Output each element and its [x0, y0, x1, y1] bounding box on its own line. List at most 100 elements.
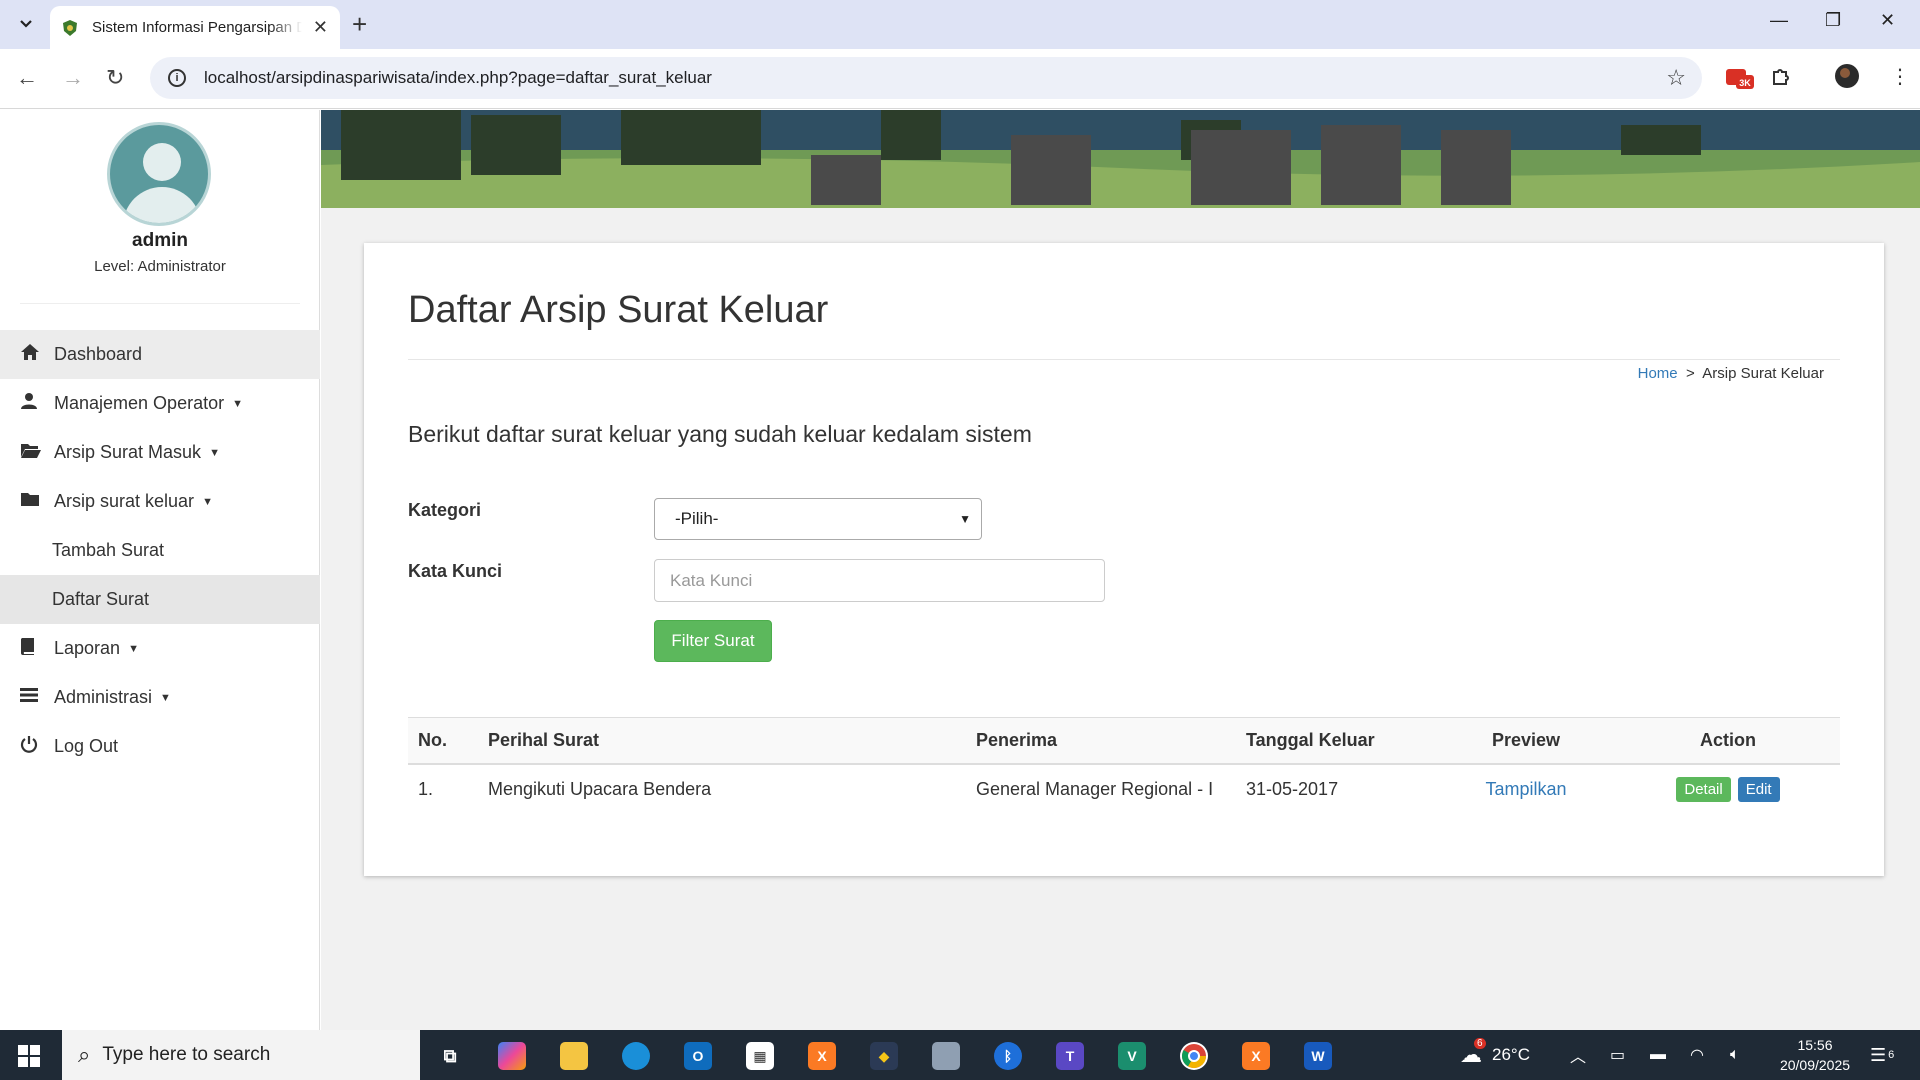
minimize-button[interactable]: — [1770, 10, 1788, 31]
restore-button[interactable]: ❐ [1825, 10, 1841, 31]
sidebar-item-dashboard[interactable]: Dashboard [0, 330, 320, 379]
site-info-icon[interactable]: i [168, 69, 186, 87]
page-description: Berikut daftar surat keluar yang sudah k… [408, 421, 1032, 447]
edit-button[interactable]: Edit [1737, 777, 1780, 802]
svg-text:3K: 3K [1739, 78, 1751, 88]
title-divider [408, 359, 1840, 360]
sidebar-item-label: Dashboard [54, 344, 143, 364]
sidebar-item-surat-masuk[interactable]: Arsip Surat Masuk ▼ [0, 428, 320, 477]
sidebar-item-label: Manajemen Operator [54, 393, 225, 413]
kategori-selected-value: -Pilih- [675, 509, 719, 528]
system-clock[interactable]: 15:56 20/09/2025 [1770, 1035, 1860, 1075]
menu-kebab-icon[interactable]: ⋮ [1890, 64, 1910, 89]
tab-search-button[interactable] [12, 10, 40, 38]
caret-down-icon: ▼ [160, 691, 171, 704]
cell-penerima: General Manager Regional - I [976, 779, 1214, 799]
kategori-select[interactable]: -Pilih- ▼ [654, 498, 982, 540]
col-header-penerima: Penerima [966, 717, 1236, 765]
sidebar: admin Level: Administrator Dashboard Man… [0, 110, 320, 1030]
volume-icon[interactable]: 🔈︎ [1730, 1030, 1740, 1080]
notification-center-icon[interactable]: ☰ 6 [1870, 1030, 1894, 1080]
breadcrumb-current: Arsip Surat Keluar [1702, 365, 1824, 382]
breadcrumb-separator: > [1685, 365, 1695, 382]
detail-button[interactable]: Detail [1676, 777, 1731, 802]
sidebar-item-label: Arsip Surat Masuk [54, 442, 202, 462]
show-hidden-icons[interactable]: ︿ [1570, 1030, 1586, 1080]
outlook-icon[interactable]: O [684, 1042, 712, 1070]
vscode-like-icon[interactable]: V [1118, 1042, 1146, 1070]
user-icon [20, 392, 54, 415]
windows-taskbar: ⌕ Type here to search ⧉ O ▦ X ◆ ᛒ T V X … [0, 1030, 1920, 1080]
word-icon[interactable]: W [1304, 1042, 1332, 1070]
address-bar[interactable]: i localhost/arsipdinaspariwisata/index.p… [150, 57, 1702, 99]
reload-button[interactable]: ↻ [106, 65, 124, 91]
git-tool-icon[interactable]: ◆ [870, 1042, 898, 1070]
sidebar-item-administrasi[interactable]: Administrasi ▼ [0, 673, 320, 722]
tab-close-icon[interactable]: ✕ [313, 17, 328, 38]
extensions-puzzle-icon[interactable] [1770, 64, 1794, 93]
sidebar-menu: Dashboard Manajemen Operator ▼ Arsip Sur… [0, 330, 320, 771]
sidebar-item-laporan[interactable]: Laporan ▼ [0, 624, 320, 673]
sidebar-item-surat-keluar[interactable]: Arsip surat keluar ▼ [0, 477, 320, 526]
cell-no: 1. [418, 779, 434, 799]
close-window-button[interactable]: ✕ [1880, 10, 1895, 31]
sidebar-item-daftar-surat[interactable]: Daftar Surat [0, 575, 320, 624]
forward-button[interactable]: → [62, 65, 84, 91]
caret-down-icon: ▼ [209, 446, 220, 459]
back-button[interactable]: ← [16, 65, 38, 91]
store-icon[interactable]: ▦ [746, 1042, 774, 1070]
sidebar-item-operator[interactable]: Manajemen Operator ▼ [0, 379, 320, 428]
sidebar-divider [20, 303, 300, 304]
weather-icon: ☁ 6 [1460, 1038, 1486, 1068]
table-header-row: No. Perihal Surat Penerima Tanggal Kelua… [408, 717, 1840, 765]
profile-avatar[interactable] [1834, 63, 1860, 94]
url-text: localhost/arsipdinaspariwisata/index.php… [204, 68, 712, 87]
copilot-icon[interactable] [498, 1042, 526, 1070]
edge-browser-icon[interactable] [622, 1042, 650, 1070]
windows-start-icon[interactable] [18, 1045, 40, 1067]
cell-action: Detail Edit [1616, 764, 1840, 814]
user-name: admin [132, 230, 188, 251]
page-title: Daftar Arsip Surat Keluar [408, 289, 829, 331]
cell-preview: Tampilkan [1436, 764, 1616, 814]
tab-title: Sistem Informasi Pengarsipan Dinas Pariw… [92, 19, 302, 36]
bookmark-star-icon[interactable]: ☆ [1666, 65, 1686, 91]
table-row: 1. Mengikuti Upacara Bendera General Man… [408, 764, 1840, 814]
weather-widget[interactable]: ☁ 6 26°C [1460, 1030, 1530, 1080]
extension-icon[interactable]: 3K [1724, 63, 1754, 96]
new-tab-button[interactable]: + [352, 10, 367, 38]
kata-kunci-input[interactable]: Kata Kunci [654, 559, 1105, 602]
sidebar-item-logout[interactable]: Log Out [0, 722, 320, 771]
sidebar-item-tambah-surat[interactable]: Tambah Surat [0, 526, 320, 575]
taskbar-search-box[interactable]: ⌕ Type here to search [62, 1030, 420, 1080]
task-view-icon[interactable]: ⧉ [436, 1042, 464, 1070]
kata-kunci-placeholder: Kata Kunci [670, 570, 753, 590]
browser-tab-active[interactable]: Sistem Informasi Pengarsipan Dinas Pariw… [50, 6, 340, 49]
browser-toolbar: ← → ↻ i localhost/arsipdinaspariwisata/i… [0, 49, 1920, 109]
col-header-preview: Preview [1436, 717, 1616, 765]
file-explorer-icon[interactable] [560, 1042, 588, 1070]
user-avatar [107, 122, 211, 226]
caret-down-icon: ▼ [128, 642, 139, 655]
tool-icon[interactable]: T [1056, 1042, 1084, 1070]
wifi-icon[interactable]: ◠ [1690, 1030, 1704, 1080]
battery-icon[interactable]: ▬ [1650, 1030, 1666, 1080]
sidebar-item-label: Daftar Surat [52, 589, 150, 609]
chevron-down-icon: ▼ [959, 512, 971, 526]
tampilkan-link[interactable]: Tampilkan [1485, 779, 1566, 799]
breadcrumb-home-link[interactable]: Home [1638, 365, 1678, 382]
xampp-control-icon[interactable]: X [1242, 1042, 1270, 1070]
chevron-down-icon [20, 20, 32, 28]
meet-icon[interactable]: ▭ [1610, 1030, 1625, 1080]
xampp-icon[interactable]: X [808, 1042, 836, 1070]
kategori-label: Kategori [408, 500, 482, 520]
col-header-tanggal: Tanggal Keluar [1236, 717, 1436, 765]
weather-temp: 26°C [1492, 1045, 1530, 1064]
filter-surat-button[interactable]: Filter Surat [654, 620, 772, 662]
search-icon: ⌕ [78, 1042, 91, 1067]
bluetooth-icon[interactable]: ᛒ [994, 1042, 1022, 1070]
chrome-icon[interactable] [1180, 1042, 1208, 1070]
caret-down-icon: ▼ [232, 397, 243, 410]
app-icon[interactable] [932, 1042, 960, 1070]
surat-keluar-table: No. Perihal Surat Penerima Tanggal Kelua… [408, 717, 1840, 814]
